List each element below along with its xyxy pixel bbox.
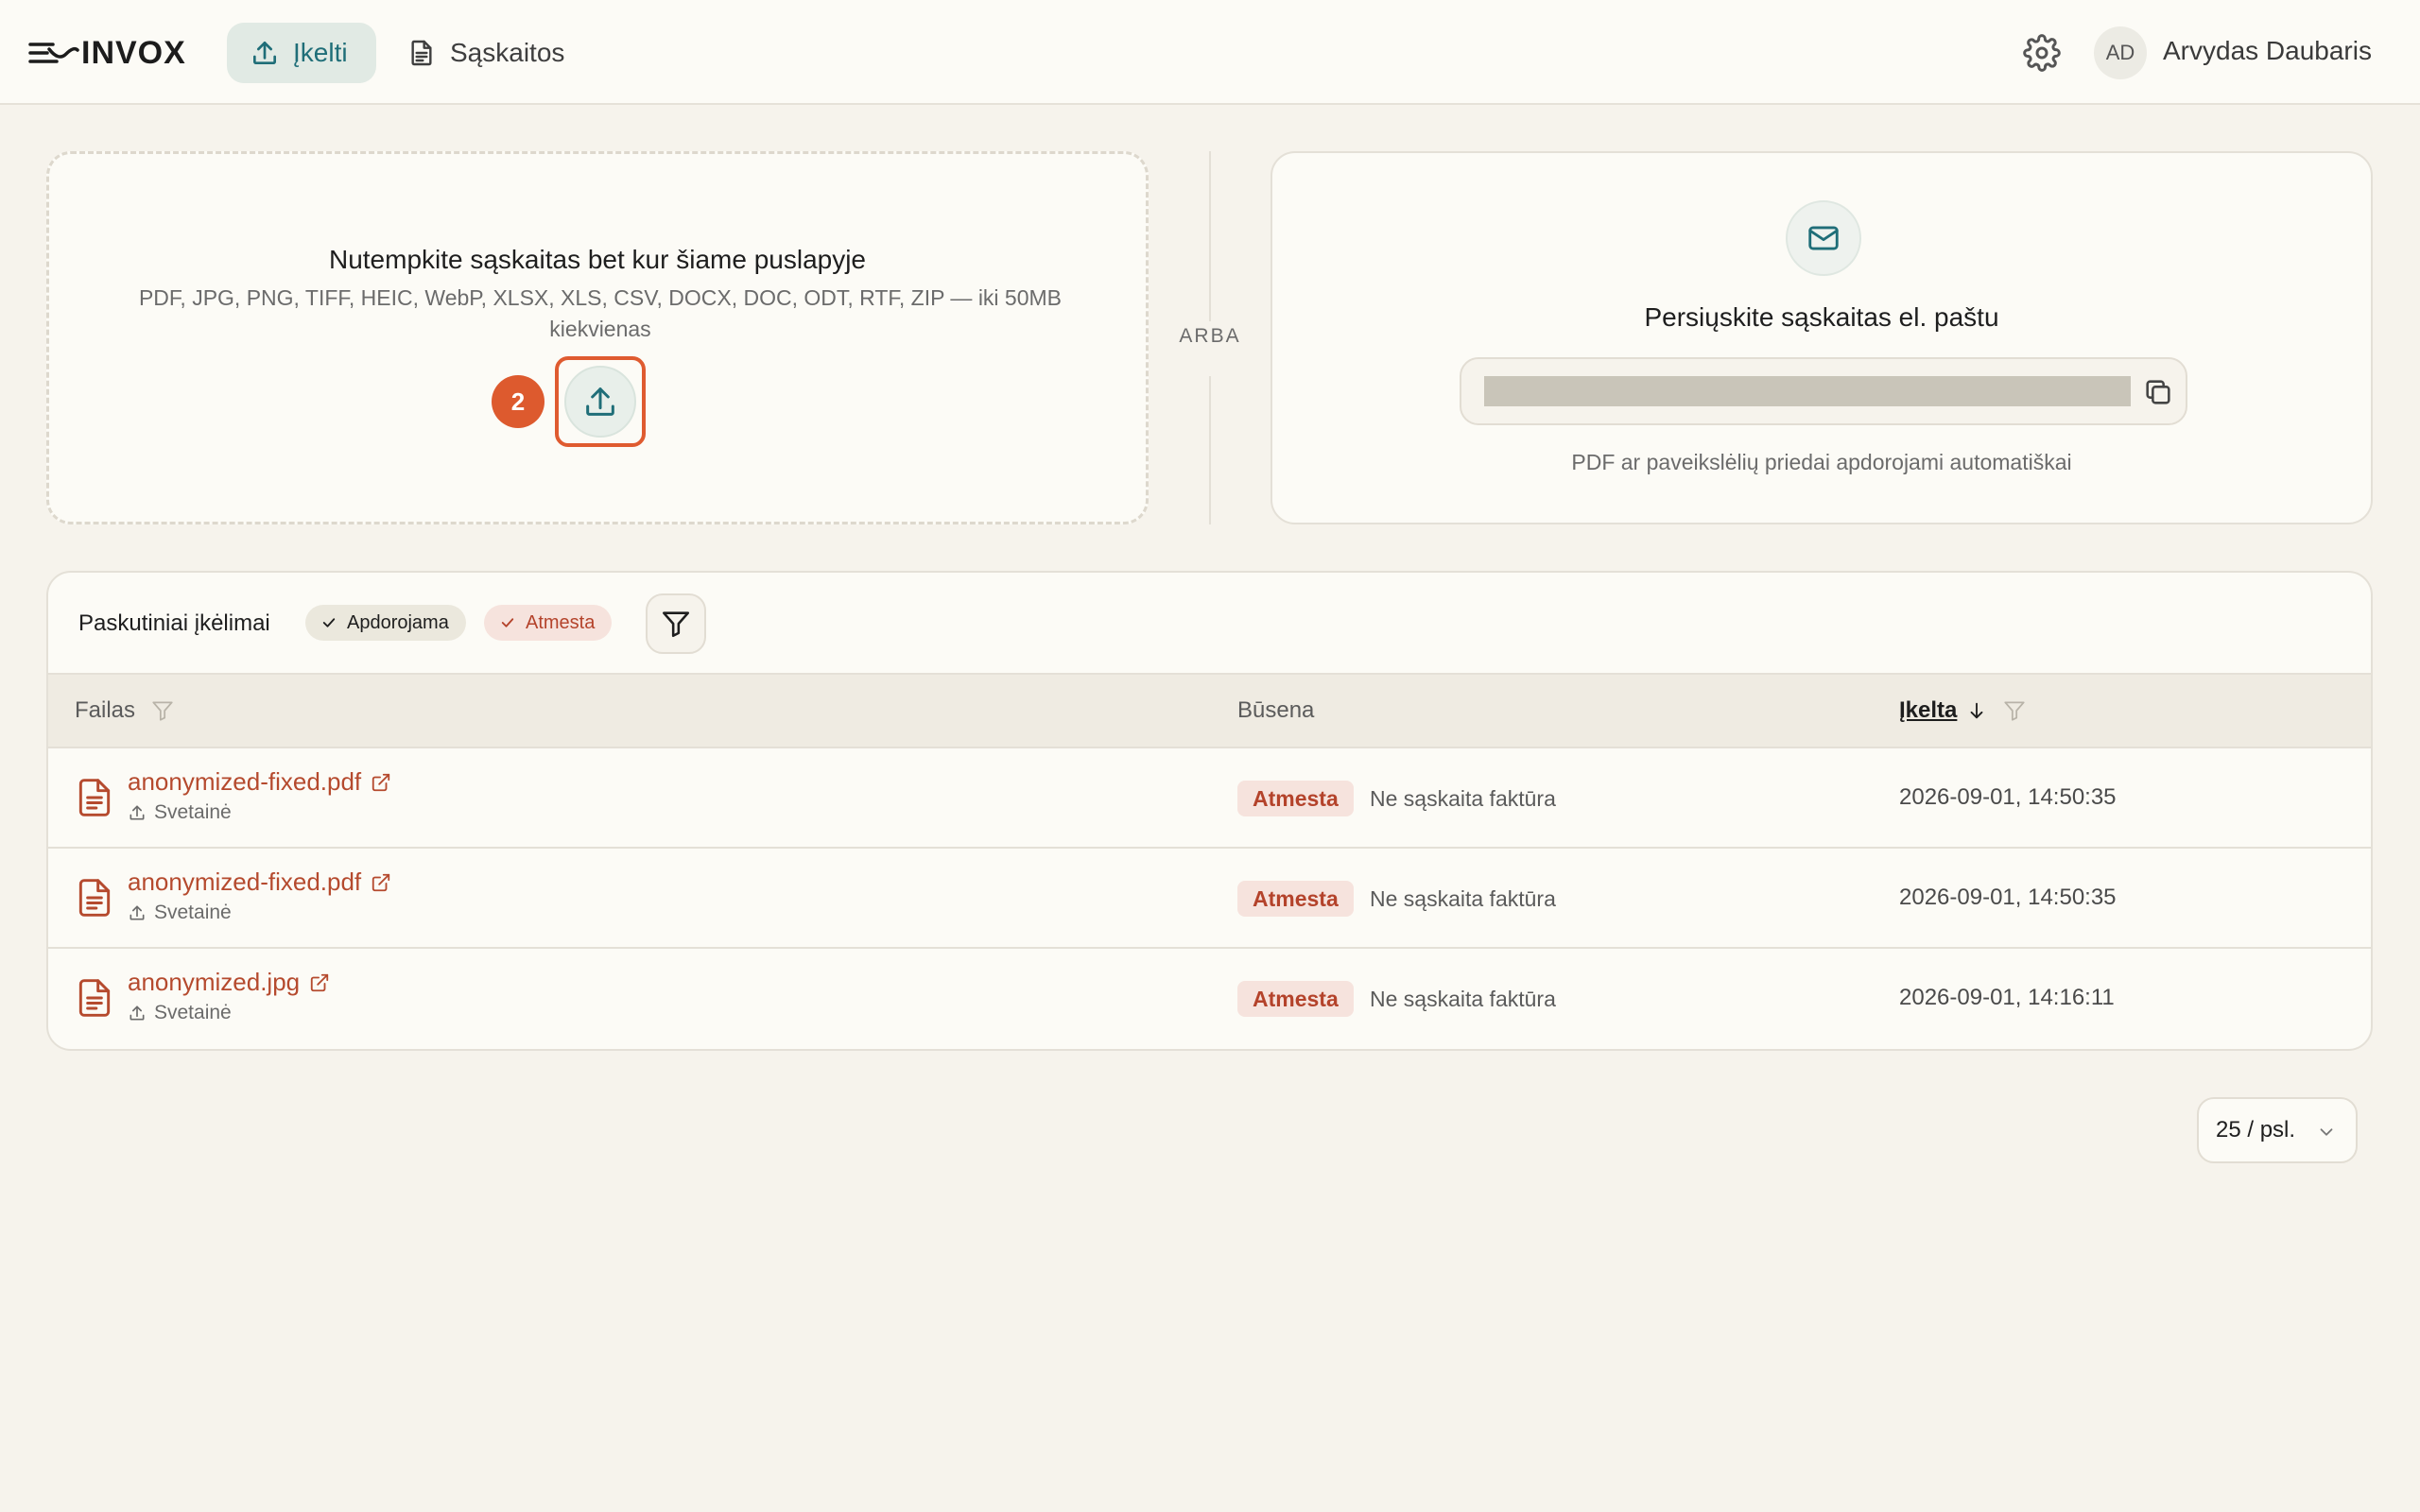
file-icon (78, 979, 111, 1017)
upload-icon (130, 805, 145, 820)
file-icon (78, 779, 111, 816)
top-navigation: INVOX Įkelti Sąskaitos AD Arvydas Daubar… (0, 0, 2420, 105)
column-header-status: Būsena (1237, 697, 1314, 724)
tab-upload-label: Įkelti (293, 38, 348, 67)
upload-date: 2026-09-01, 14:50:35 (1899, 885, 2117, 910)
tab-invoices[interactable]: Sąskaitos (384, 23, 587, 83)
recent-uploads-title: Paskutiniai įkėlimai (78, 610, 270, 636)
file-name-link[interactable]: anonymized-fixed.pdf (128, 767, 391, 797)
chevron-down-icon (2320, 1128, 2333, 1136)
user-name[interactable]: Arvydas Daubaris (2163, 36, 2372, 66)
file-source: Svetainė (128, 902, 232, 924)
check-icon (501, 618, 514, 627)
status-badge: Atmesta (1237, 881, 1354, 917)
divider-line (1209, 376, 1211, 524)
column-header-file[interactable]: Failas (75, 697, 175, 724)
chip-label: Atmesta (526, 611, 596, 633)
filter-chip-rejected[interactable]: Atmesta (484, 605, 613, 641)
file-name: anonymized-fixed.pdf (128, 767, 362, 796)
filter-icon[interactable] (2002, 698, 2027, 723)
tab-invoices-label: Sąskaitos (450, 38, 565, 67)
column-label: Būsena (1237, 697, 1315, 723)
status-reason: Ne sąskaita faktūra (1370, 886, 1556, 911)
mail-icon-circle (1786, 200, 1861, 276)
file-icon (78, 879, 111, 917)
external-link-icon[interactable] (371, 772, 391, 793)
table-row[interactable]: anonymized-fixed.pdf Svetainė Atmesta Ne… (48, 748, 2371, 849)
upload-icon (586, 387, 614, 416)
upload-date: 2026-09-01, 14:50:35 (1899, 784, 2117, 810)
email-forward-card: Persiųskite sąskaitas el. paštu PDF ar p… (1270, 151, 2373, 524)
logo-icon (28, 43, 79, 63)
status-badge: Atmesta (1237, 781, 1354, 816)
column-label: Įkelta (1899, 697, 1958, 723)
logo[interactable]: INVOX (28, 32, 186, 74)
table-row[interactable]: anonymized.jpg Svetainė Atmesta Ne sąska… (48, 949, 2371, 1049)
filter-icon[interactable] (150, 698, 175, 723)
status-reason: Ne sąskaita faktūra (1370, 987, 1556, 1011)
chip-label: Apdorojama (347, 611, 449, 633)
external-link-icon[interactable] (371, 872, 391, 893)
upload-icon (130, 905, 145, 920)
upload-button[interactable] (564, 366, 636, 438)
check-icon (322, 618, 336, 627)
status-reason: Ne sąskaita faktūra (1370, 786, 1556, 811)
gear-icon[interactable] (2023, 34, 2061, 72)
copy-icon[interactable] (2142, 376, 2174, 408)
table-row[interactable]: anonymized-fixed.pdf Svetainė Atmesta Ne… (48, 849, 2371, 949)
email-address-field[interactable] (1460, 357, 2187, 425)
divider-line (1209, 151, 1211, 321)
arrow-down-icon[interactable] (1966, 700, 1987, 721)
app-name: INVOX (81, 34, 186, 71)
filter-button[interactable] (646, 593, 706, 654)
table-header: Failas Būsena Įkelta (48, 673, 2371, 748)
external-link-icon[interactable] (309, 972, 330, 993)
page-size-select[interactable]: 25 / psl. (2197, 1097, 2358, 1163)
upload-button-highlight (555, 356, 646, 447)
file-source: Svetainė (128, 801, 232, 824)
recent-uploads-card: Paskutiniai įkėlimai Apdorojama Atmesta … (46, 571, 2373, 1051)
column-label: Failas (75, 697, 136, 723)
email-card-title: Persiųskite sąskaitas el. paštu (1644, 302, 1999, 332)
document-icon (411, 40, 432, 66)
upload-icon (253, 42, 276, 64)
file-source-label: Svetainė (154, 801, 232, 823)
column-header-uploaded[interactable]: Įkelta (1899, 697, 2027, 724)
filter-icon (662, 611, 690, 638)
status-badge: Atmesta (1237, 981, 1354, 1017)
upload-date: 2026-09-01, 14:16:11 (1899, 985, 2115, 1010)
file-name: anonymized.jpg (128, 968, 301, 996)
or-label: ARBA (1179, 325, 1241, 347)
dropzone-title: Nutempkite sąskaitas bet kur šiame pusla… (328, 245, 867, 274)
file-source-label: Svetainė (154, 902, 232, 923)
file-name-link[interactable]: anonymized-fixed.pdf (128, 868, 391, 897)
step-badge: 2 (492, 375, 544, 428)
tab-upload[interactable]: Įkelti (227, 23, 376, 83)
mail-icon (1808, 226, 1839, 250)
filter-chip-processing[interactable]: Apdorojama (305, 605, 466, 641)
file-source: Svetainė (128, 1002, 232, 1024)
avatar[interactable]: AD (2094, 26, 2147, 79)
dropzone-formats: PDF, JPG, PNG, TIFF, HEIC, WebP, XLSX, X… (138, 285, 1063, 341)
redacted-email (1484, 376, 2131, 406)
email-card-note: PDF ar paveikslėlių priedai apdorojami a… (1571, 450, 2072, 474)
file-name: anonymized-fixed.pdf (128, 868, 362, 896)
file-name-link[interactable]: anonymized.jpg (128, 968, 330, 997)
file-source-label: Svetainė (154, 1002, 232, 1023)
upload-dropzone[interactable]: Nutempkite sąskaitas bet kur šiame pusla… (46, 151, 1149, 524)
upload-icon (130, 1005, 145, 1021)
page-size-value: 25 / psl. (2216, 1117, 2296, 1143)
